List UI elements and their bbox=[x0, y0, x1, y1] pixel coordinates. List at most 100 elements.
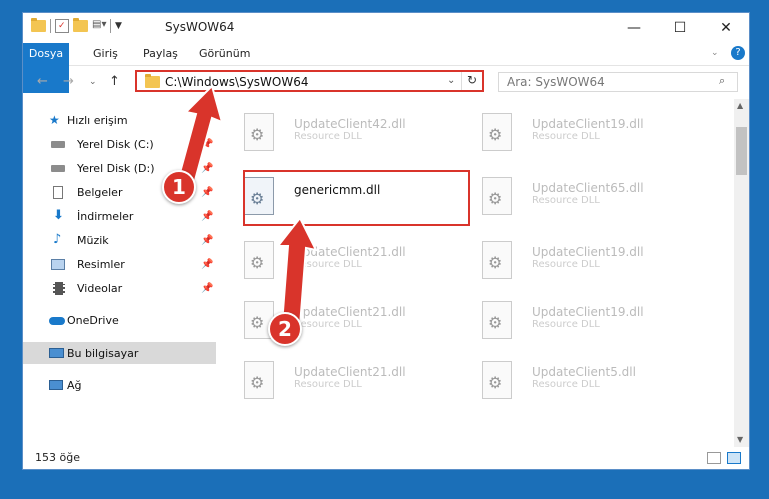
pin-icon[interactable]: 📌 bbox=[201, 235, 213, 246]
tab-view[interactable]: Görünüm bbox=[199, 43, 250, 65]
forward-arrow-icon[interactable]: → bbox=[63, 74, 74, 89]
sidebar-item-music[interactable]: ♪ Müzik 📌 bbox=[23, 229, 216, 251]
tab-home[interactable]: Giriş bbox=[93, 43, 118, 65]
file-type: Resource DLL bbox=[532, 319, 600, 330]
address-path: C:\Windows\SysWOW64 bbox=[165, 75, 309, 89]
back-arrow-icon[interactable]: ← bbox=[37, 74, 48, 89]
music-icon: ♪ bbox=[53, 232, 62, 247]
pin-icon[interactable]: 📌 bbox=[201, 187, 213, 198]
sidebar-item-onedrive[interactable]: OneDrive bbox=[23, 309, 216, 331]
gear-icon: ⚙ bbox=[488, 313, 503, 332]
sidebar-item-network[interactable]: Ağ bbox=[23, 374, 216, 396]
chevron-down-icon[interactable]: ⌄ bbox=[447, 75, 455, 86]
file-type: Resource DLL bbox=[532, 379, 600, 390]
close-button[interactable]: ✕ bbox=[703, 13, 749, 43]
navigation-pane: ★ Hızlı erişim Yerel Disk (C:) 📌 Yerel D… bbox=[23, 101, 216, 447]
sidebar-item-label: Belgeler bbox=[77, 185, 123, 199]
maximize-button[interactable]: ☐ bbox=[657, 13, 703, 43]
up-arrow-icon[interactable]: ↑ bbox=[109, 74, 120, 89]
file-item[interactable]: ⚙ UpdateClient21.dll Resource DLL bbox=[228, 357, 458, 407]
vertical-scrollbar[interactable]: ▲ ▼ bbox=[734, 99, 749, 447]
pin-icon[interactable]: 📌 bbox=[201, 211, 213, 222]
file-name: UpdateClient65.dll bbox=[532, 181, 644, 195]
status-bar: 153 öğe bbox=[23, 447, 749, 469]
minimize-button[interactable]: — bbox=[611, 13, 657, 43]
sidebar-item-downloads[interactable]: ⬇ İndirmeler 📌 bbox=[23, 205, 216, 227]
chevron-down-icon[interactable]: ⌄ bbox=[89, 77, 97, 87]
pin-icon[interactable]: 📌 bbox=[201, 259, 213, 270]
file-type: Resource DLL bbox=[294, 259, 362, 270]
sidebar-item-label: Videolar bbox=[77, 281, 123, 295]
pin-icon[interactable]: 📌 bbox=[201, 139, 213, 150]
download-icon: ⬇ bbox=[53, 208, 64, 223]
scrollbar-thumb[interactable] bbox=[736, 127, 747, 175]
file-item[interactable]: ⚙ UpdateClient19.dll Resource DLL bbox=[466, 297, 696, 347]
gear-icon: ⚙ bbox=[488, 189, 503, 208]
file-type: Resource DLL bbox=[294, 131, 362, 142]
title-bar: ✓ ▤▾ ▼ SysWOW64 — ☐ ✕ bbox=[23, 13, 749, 43]
sidebar-item-label: Müzik bbox=[77, 233, 109, 247]
ribbon: Dosya Giriş Paylaş Görünüm ⌄ ? bbox=[23, 43, 749, 93]
sidebar-item-label: Ağ bbox=[67, 378, 82, 392]
chevron-down-icon[interactable]: ▼ bbox=[115, 21, 122, 31]
scroll-up-icon[interactable]: ▲ bbox=[737, 101, 743, 110]
quick-access-toolbar: ✓ ▤▾ ▼ bbox=[31, 18, 122, 33]
file-name: UpdateClient42.dll bbox=[294, 117, 406, 131]
file-item[interactable]: ⚙ UpdateClient19.dll Resource DLL bbox=[466, 237, 696, 287]
customize-icon[interactable]: ▤▾ bbox=[92, 19, 106, 33]
file-highlight-box bbox=[243, 170, 470, 226]
properties-icon[interactable]: ✓ bbox=[55, 19, 69, 33]
sidebar-item-label: Bu bilgisayar bbox=[67, 346, 139, 360]
address-bar[interactable]: C:\Windows\SysWOW64 ⌄ ↻ bbox=[135, 70, 484, 92]
cloud-icon bbox=[49, 317, 65, 325]
callout-badge-1: 1 bbox=[162, 170, 196, 204]
file-name: UpdateClient19.dll bbox=[532, 305, 644, 319]
computer-icon bbox=[49, 348, 64, 358]
sidebar-item-disk-c[interactable]: Yerel Disk (C:) 📌 bbox=[23, 133, 216, 155]
file-name: UpdateClient5.dll bbox=[532, 365, 636, 379]
sidebar-item-label: Yerel Disk (D:) bbox=[77, 161, 155, 175]
file-name: UpdateClient19.dll bbox=[532, 245, 644, 259]
search-input[interactable]: Ara: SysWOW64 ⌕ bbox=[498, 72, 738, 92]
network-icon bbox=[49, 380, 63, 390]
file-item[interactable]: ⚙ UpdateClient42.dll Resource DLL bbox=[228, 109, 458, 159]
tab-share[interactable]: Paylaş bbox=[143, 43, 178, 65]
gear-icon: ⚙ bbox=[250, 125, 265, 144]
new-folder-icon[interactable] bbox=[73, 18, 88, 32]
sidebar-item-pictures[interactable]: Resimler 📌 bbox=[23, 253, 216, 275]
gear-icon: ⚙ bbox=[250, 253, 265, 272]
gear-icon: ⚙ bbox=[488, 253, 503, 272]
file-item[interactable]: ⚙ UpdateClient5.dll Resource DLL bbox=[466, 357, 696, 407]
sidebar-item-videos[interactable]: Videolar 📌 bbox=[23, 277, 216, 299]
file-type: Resource DLL bbox=[532, 195, 600, 206]
gear-icon: ⚙ bbox=[250, 313, 265, 332]
help-icon[interactable]: ? bbox=[731, 46, 745, 60]
refresh-icon[interactable]: ↻ bbox=[467, 73, 477, 87]
gear-icon: ⚙ bbox=[488, 125, 503, 144]
gear-icon: ⚙ bbox=[250, 373, 265, 392]
separator bbox=[110, 19, 111, 33]
large-icons-view-icon[interactable] bbox=[727, 452, 741, 464]
star-icon: ★ bbox=[49, 113, 60, 127]
sidebar-item-quick-access[interactable]: ★ Hızlı erişim bbox=[23, 109, 216, 131]
details-view-icon[interactable] bbox=[707, 452, 721, 464]
window-title: SysWOW64 bbox=[165, 20, 235, 34]
sidebar-item-label: Hızlı erişim bbox=[67, 113, 128, 127]
item-count: 153 öğe bbox=[35, 451, 80, 464]
file-item[interactable]: ⚙ UpdateClient19.dll Resource DLL bbox=[466, 109, 696, 159]
folder-icon bbox=[31, 18, 46, 32]
explorer-window: ✓ ▤▾ ▼ SysWOW64 — ☐ ✕ Dosya Giriş Paylaş… bbox=[22, 12, 750, 470]
sidebar-item-this-pc[interactable]: Bu bilgisayar bbox=[23, 342, 216, 364]
gear-icon: ⚙ bbox=[488, 373, 503, 392]
sidebar-item-label: İndirmeler bbox=[77, 209, 134, 223]
file-item[interactable]: ⚙ UpdateClient65.dll Resource DLL bbox=[466, 173, 696, 223]
folder-icon bbox=[145, 74, 160, 88]
chevron-down-icon[interactable]: ⌄ bbox=[711, 48, 719, 58]
file-item[interactable]: ⚙ UpdateClient21.dll Resource DLL bbox=[228, 237, 458, 287]
sidebar-item-label: OneDrive bbox=[67, 313, 119, 327]
file-name: UpdateClient21.dll bbox=[294, 365, 406, 379]
scroll-down-icon[interactable]: ▼ bbox=[737, 435, 743, 444]
pin-icon[interactable]: 📌 bbox=[201, 163, 213, 174]
pin-icon[interactable]: 📌 bbox=[201, 283, 213, 294]
file-item[interactable]: ⚙ UpdateClient21.dll Resource DLL bbox=[228, 297, 458, 347]
